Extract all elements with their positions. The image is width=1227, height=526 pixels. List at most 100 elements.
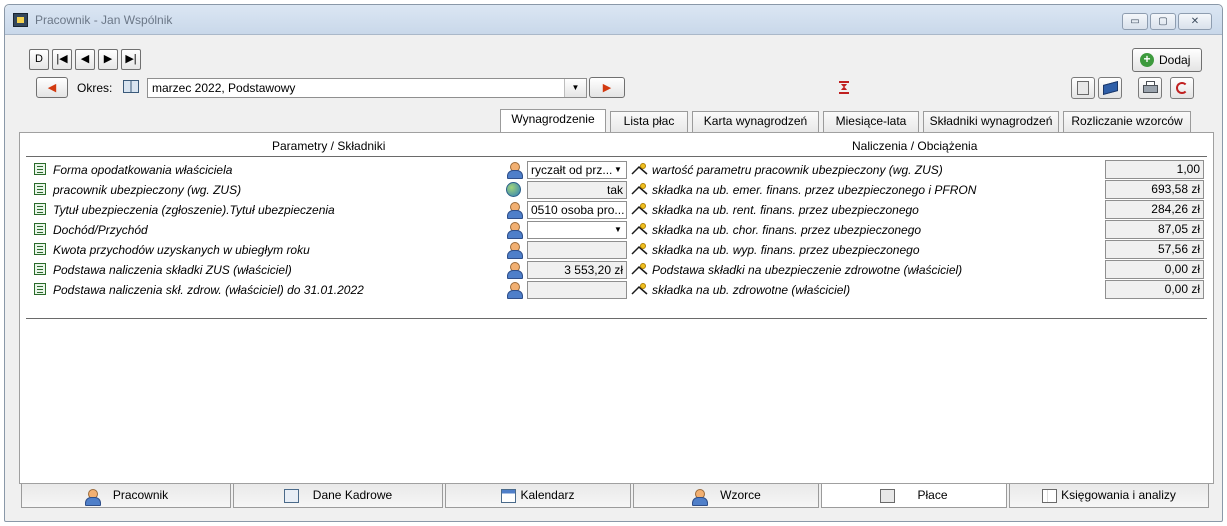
charge-amount: 0,00 zł — [1105, 280, 1204, 299]
tab-ksiegowania-analizy[interactable]: Księgowania i analizy — [1009, 484, 1209, 508]
hourglass-icon: ⧗ — [839, 81, 849, 94]
tab-label: Płace — [917, 488, 948, 502]
dropdown-arrow-icon[interactable]: ▼ — [611, 162, 625, 178]
charge-amount: 0,00 zł — [1105, 260, 1204, 279]
tab-miesiace-lata[interactable]: Miesiące-lata — [823, 111, 919, 132]
list-icon — [34, 203, 46, 215]
minimize-button[interactable]: ▭ — [1122, 13, 1148, 30]
tab-skladniki-wynagrodzen[interactable]: Składniki wynagrodzeń — [923, 111, 1059, 132]
charge-amount: 1,00 — [1105, 160, 1204, 179]
tab-label: Pracownik — [112, 488, 169, 502]
charge-label: składka na ub. rent. finans. przez ubezp… — [652, 203, 919, 217]
header-divider — [26, 156, 1207, 157]
grid-row: Podstawa naliczenia składki ZUS (właścic… — [20, 260, 1213, 280]
tab-pracownik[interactable]: Pracownik — [21, 484, 231, 508]
param-value-field[interactable]: tak — [527, 181, 627, 199]
period-prev-button[interactable]: ◀ — [36, 77, 68, 98]
close-button[interactable]: ✕ — [1178, 13, 1212, 30]
charge-label: składka na ub. chor. finans. przez ubezp… — [652, 223, 922, 237]
tab-dane-kadrowe[interactable]: Dane Kadrowe — [233, 484, 443, 508]
charge-amount: 693,58 zł — [1105, 180, 1204, 199]
param-label: Forma opodatkowania właściciela — [53, 163, 233, 177]
list-icon — [34, 263, 46, 275]
nav-first-button[interactable]: |◀ — [52, 49, 72, 70]
tab-wzorce[interactable]: Wzorce — [633, 484, 819, 508]
period-next-button[interactable]: ▶ — [589, 77, 625, 98]
param-label: Podstawa naliczenia skł. zdrow. (właścic… — [53, 283, 364, 297]
window-title: Pracownik - Jan Wspólnik — [35, 13, 173, 27]
param-value-field[interactable]: 0510 osoba pro... — [527, 201, 627, 219]
add-button[interactable]: + Dodaj — [1132, 48, 1202, 72]
people-icon — [506, 262, 523, 279]
calculation-icon — [631, 223, 648, 236]
calculator-icon — [880, 488, 896, 503]
refresh-icon[interactable] — [1170, 77, 1194, 99]
add-button-label: Dodaj — [1159, 53, 1191, 67]
grid-row: Forma opodatkowania właściciela ryczałt … — [20, 160, 1213, 180]
tab-wynagrodzenie[interactable]: Wynagrodzenie — [500, 109, 606, 132]
tab-lista-plac[interactable]: Lista płac — [610, 111, 688, 132]
calculation-icon — [631, 283, 648, 296]
calculation-icon — [631, 203, 648, 216]
grid-row: pracownik ubezpieczony (wg. ZUS) tak skł… — [20, 180, 1213, 200]
param-label: Tytuł ubezpieczenia (zgłoszenie).Tytuł u… — [53, 203, 335, 217]
nav-last-button[interactable]: ▶| — [121, 49, 141, 70]
person-icon — [506, 242, 523, 259]
list-icon — [34, 223, 46, 235]
calculator-icon[interactable] — [1071, 77, 1095, 99]
charge-label: Podstawa składki na ubezpieczenie zdrowo… — [652, 263, 963, 277]
param-label: Kwota przychodów uzyskanych w ubiegłym r… — [53, 243, 310, 257]
maximize-button[interactable]: ▢ — [1150, 13, 1176, 30]
person-icon — [506, 282, 523, 299]
param-value-field[interactable] — [527, 241, 627, 259]
period-dropdown-button[interactable]: ▼ — [564, 79, 586, 97]
param-label: Podstawa naliczenia składki ZUS (właścic… — [53, 263, 292, 277]
charge-label: składka na ub. wyp. finans. przez ubezpi… — [652, 243, 920, 257]
tab-place[interactable]: Płace — [821, 484, 1007, 508]
charge-label: składka na ub. zdrowotne (właściciel) — [652, 283, 851, 297]
person-icon — [506, 222, 523, 239]
tab-kalendarz[interactable]: Kalendarz — [445, 484, 631, 508]
parameters-header: Parametry / Składniki — [272, 139, 386, 153]
app-icon — [13, 13, 28, 27]
id-card-icon — [283, 488, 299, 503]
charges-header: Naliczenia / Obciążenia — [852, 139, 978, 153]
param-value-select[interactable]: ▼ — [527, 221, 627, 239]
dropdown-arrow-icon[interactable]: ▼ — [611, 222, 625, 238]
charge-label: składka na ub. emer. finans. przez ubezp… — [652, 183, 977, 197]
param-value: ryczałt od prz... — [531, 163, 613, 177]
grid-bottom-divider — [26, 318, 1207, 319]
param-value-select[interactable]: ryczałt od prz... ▼ — [527, 161, 627, 179]
param-value: 0510 osoba pro... — [531, 203, 625, 217]
param-label: pracownik ubezpieczony (wg. ZUS) — [53, 183, 242, 197]
tab-karta-wynagrodzen[interactable]: Karta wynagrodzeń — [692, 111, 819, 132]
people-icon — [691, 488, 709, 506]
param-value-field[interactable]: 3 553,20 zł — [527, 261, 627, 279]
print-icon[interactable] — [1138, 77, 1162, 99]
globe-icon — [506, 182, 522, 198]
tab-label: Wzorce — [720, 488, 761, 502]
grid-row: Podstawa naliczenia skł. zdrow. (właścic… — [20, 280, 1213, 300]
grid-row: Dochód/Przychód ▼ składka na ub. chor. f… — [20, 220, 1213, 240]
books-icon[interactable] — [1098, 77, 1122, 99]
calculation-icon — [631, 263, 648, 276]
tab-label: Księgowania i analizy — [1061, 488, 1176, 502]
calculation-icon — [631, 243, 648, 256]
charge-amount: 284,26 zł — [1105, 200, 1204, 219]
nav-d-button[interactable]: D — [29, 49, 49, 70]
param-value-field[interactable] — [527, 281, 627, 299]
employee-window: Pracownik - Jan Wspólnik ▭ ▢ ✕ D |◀ ◀ ▶ … — [4, 4, 1223, 522]
period-select-value: marzec 2022, Podstawowy — [152, 81, 296, 95]
tab-label: Dane Kadrowe — [312, 488, 393, 502]
book-icon — [123, 80, 139, 93]
nav-prev-button[interactable]: ◀ — [75, 49, 95, 70]
list-icon — [34, 243, 46, 255]
period-select[interactable]: marzec 2022, Podstawowy — [147, 78, 587, 98]
nav-next-button[interactable]: ▶ — [98, 49, 118, 70]
ledger-icon — [1042, 488, 1058, 503]
param-value: 3 553,20 zł — [564, 263, 623, 277]
salary-panel: Parametry / Składniki Naliczenia / Obcią… — [19, 132, 1214, 484]
person-icon — [506, 162, 523, 179]
list-icon — [34, 283, 46, 295]
tab-rozliczanie-wzorcow[interactable]: Rozliczanie wzorców — [1063, 111, 1191, 132]
